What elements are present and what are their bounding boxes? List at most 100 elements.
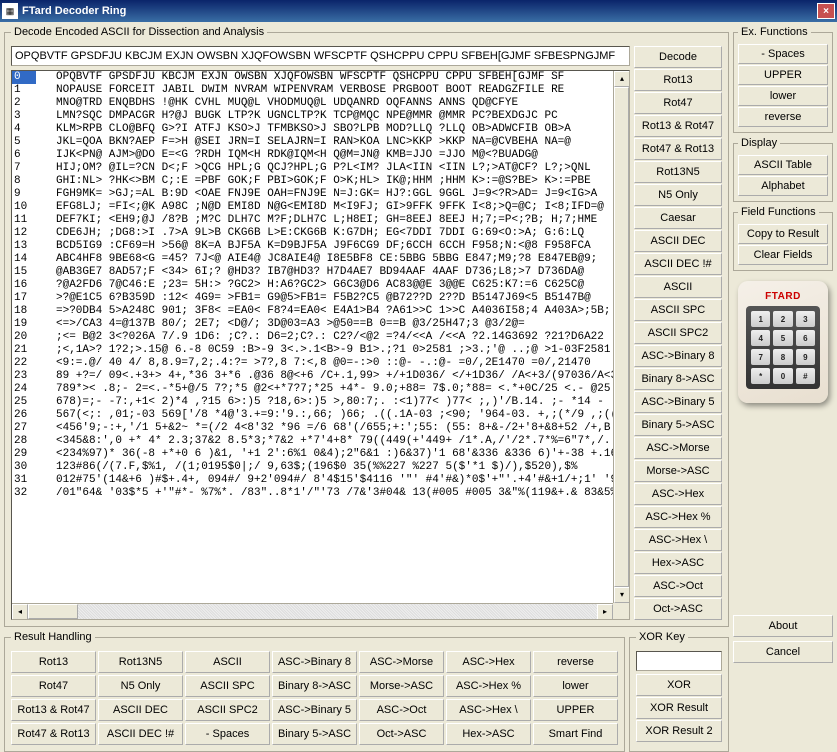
close-button[interactable]: × [817, 3, 835, 19]
scrollbar-vertical[interactable]: ▴ ▾ [613, 71, 629, 603]
result-asc-morse-button[interactable]: ASC->Morse [359, 651, 444, 673]
decode-caesar-button[interactable]: Caesar [634, 207, 722, 229]
list-item[interactable]: 4KLM>RPB CLO@BFQ G>?I ATFJ KSO>J TFMBKSO… [12, 123, 613, 136]
result-asc-binary-5-button[interactable]: ASC->Binary 5 [272, 699, 357, 721]
decode-oct-asc-button[interactable]: Oct->ASC [634, 598, 722, 620]
result-n5-only-button[interactable]: N5 Only [98, 675, 183, 697]
result-rot13n5-button[interactable]: Rot13N5 [98, 651, 183, 673]
result-asc-oct-button[interactable]: ASC->Oct [359, 699, 444, 721]
list-item[interactable]: 15@AB3GE7 8AD57;F <34> 6I;? @HD3? IB7@HD… [12, 266, 613, 279]
result-smart-find-button[interactable]: Smart Find [533, 723, 618, 745]
decode-asc-morse-button[interactable]: ASC->Morse [634, 437, 722, 459]
result-morse-asc-button[interactable]: Morse->ASC [359, 675, 444, 697]
decode-asc-hex--button[interactable]: ASC->Hex \ [634, 529, 722, 551]
decode-asc-binary-5-button[interactable]: ASC->Binary 5 [634, 391, 722, 413]
result-ascii-dec-button[interactable]: ASCII DEC [98, 699, 183, 721]
list-item[interactable]: 9FGH9MK= >GJ;=AL B:9D <OAE FNJ9E OAH=FNJ… [12, 188, 613, 201]
list-item[interactable]: 32/01"64& '03$*5 +'"#*- %7%*. /83"..8*1'… [12, 487, 613, 500]
result-rot47-button[interactable]: Rot47 [11, 675, 96, 697]
result--spaces-button[interactable]: - Spaces [185, 723, 270, 745]
decode-ascii-dec-button[interactable]: ASCII DEC [634, 230, 722, 252]
decode-asc-binary-8-button[interactable]: ASC->Binary 8 [634, 345, 722, 367]
decode-n5-only-button[interactable]: N5 Only [634, 184, 722, 206]
list-item[interactable]: 31012#75'(14&+6 )#$+.4+, 094#/ 9+2'094#/… [12, 474, 613, 487]
list-item[interactable]: 0OPQBVTF GPSDFJU KBCJM EXJN OWSBN XJQFOW… [12, 71, 613, 84]
list-item[interactable]: 16?@A2FD6 7@C46:E ;23= 5H:> ?GC2> H:A6?G… [12, 279, 613, 292]
decode-asc-hex--button[interactable]: ASC->Hex % [634, 506, 722, 528]
scrollbar-horizontal[interactable]: ◂ ▸ [12, 603, 613, 619]
list-item[interactable]: 5JKL=QOA BKN?AEP F=>H @SEI JRN=I SELAJRN… [12, 136, 613, 149]
result-reverse-button[interactable]: reverse [533, 651, 618, 673]
result-ascii-spc-button[interactable]: ASCII SPC [185, 675, 270, 697]
list-item[interactable]: 28<345&8:',0 +* 4* 2.3;37&2 8.5*3;*7&2 +… [12, 435, 613, 448]
list-item[interactable]: 2389 +?=/ 09<.+3+> 4+,*36 3+*6 .@36 8@<+… [12, 370, 613, 383]
list-item[interactable]: 29<234%97)* 36(-8 +*+0 6 )&1, '+1 2':6%1… [12, 448, 613, 461]
decode-hex-asc-button[interactable]: Hex->ASC [634, 552, 722, 574]
xor-xor-button[interactable]: XOR [636, 674, 722, 696]
result-ascii-dec--button[interactable]: ASCII DEC !# [98, 723, 183, 745]
field-clear-fields-button[interactable]: Clear Fields [738, 245, 828, 265]
decode-ascii-spc-button[interactable]: ASCII SPC [634, 299, 722, 321]
result-asc-hex--button[interactable]: ASC->Hex \ [446, 699, 531, 721]
list-item[interactable]: 8GHI:NL> ?HK<>BM C;:E =PBF GOK;F PBI>GOK… [12, 175, 613, 188]
decode-rot13-button[interactable]: Rot13 [634, 69, 722, 91]
decode-rot13-rot47-button[interactable]: Rot13 & Rot47 [634, 115, 722, 137]
list-item[interactable]: 3LMN?SQC DMPACGR H?@J BUGK LTP?K UGNCLTP… [12, 110, 613, 123]
list-item[interactable]: 1NOPAUSE FORCEIT JABIL DWIM NVRAM WIPENV… [12, 84, 613, 97]
list-item[interactable]: 6IJK<PN@ AJM>@DO E=<G ?RDH IQM<H RDK@IQM… [12, 149, 613, 162]
result-hex-asc-button[interactable]: Hex->ASC [446, 723, 531, 745]
result-rot13-rot47-button[interactable]: Rot13 & Rot47 [11, 699, 96, 721]
list-item[interactable]: 12CDE6JH; ;DG8:>I .7>A 9L>B CKG6B L>E:CK… [12, 227, 613, 240]
field-copy-to-result-button[interactable]: Copy to Result [738, 224, 828, 244]
list-item[interactable]: 14ABC4HF8 9BE68<G =45? 7J<@ AIE4@ JC8AIE… [12, 253, 613, 266]
result-asc-hex-button[interactable]: ASC->Hex [446, 651, 531, 673]
decode-binary-5-asc-button[interactable]: Binary 5->ASC [634, 414, 722, 436]
list-item[interactable]: 17>?@E1C5 6?B359D :12< 4G9= >FB1= G9@5>F… [12, 292, 613, 305]
decode-ascii-dec--button[interactable]: ASCII DEC !# [634, 253, 722, 275]
list-item[interactable]: 26567(<;: ,01;-03 569['/8 *4@'3.+=9:'9.:… [12, 409, 613, 422]
list-item[interactable]: 19<=>/CA3 4=@137B 80/; 2E7; <D@/; 3D@03=… [12, 318, 613, 331]
list-item[interactable]: 27<456'9;-:+,'/1 5+&2~ *=(/2 4<8'32 *96 … [12, 422, 613, 435]
result-binary-8-asc-button[interactable]: Binary 8->ASC [272, 675, 357, 697]
list-item[interactable]: 24789*>< .8;- 2=<.-*5+@/5 7?;*5 @2<+*7?7… [12, 383, 613, 396]
result-binary-5-asc-button[interactable]: Binary 5->ASC [272, 723, 357, 745]
decode-rot13n5-button[interactable]: Rot13N5 [634, 161, 722, 183]
about-button[interactable]: About [733, 615, 833, 637]
list-item[interactable]: 25678)=;- -7:,+1< 2)*4 ,?15 6>:)5 ?18,6>… [12, 396, 613, 409]
decode-asc-oct-button[interactable]: ASC->Oct [634, 575, 722, 597]
ex-reverse-button[interactable]: reverse [738, 107, 828, 127]
decode-ascii-button[interactable]: ASCII [634, 276, 722, 298]
result-rot47-rot13-button[interactable]: Rot47 & Rot13 [11, 723, 96, 745]
list-item[interactable]: 21;<,1A>? 1?2;>.15@ 6.-8 0C59 :B>-9 3<.>… [12, 344, 613, 357]
list-item[interactable]: 18=>?0DB4 5>A248C 901; 3F8< =EA0< F8?4=E… [12, 305, 613, 318]
decode-rot47-button[interactable]: Rot47 [634, 92, 722, 114]
list-item[interactable]: 30123#86(/(7.F,$%1, /(1;0195$0|;/ 9,63$;… [12, 461, 613, 474]
list-item[interactable]: 13BCD5IG9 :CF69=H >56@ 8K=A BJF5A K=D9BJ… [12, 240, 613, 253]
result-asc-hex--button[interactable]: ASC->Hex % [446, 675, 531, 697]
list-item[interactable]: 22<9:=.@/ 40 4/ 8,8.9=7,2;.4:?= >7?,8 7:… [12, 357, 613, 370]
result-ascii-spc2-button[interactable]: ASCII SPC2 [185, 699, 270, 721]
result-asc-binary-8-button[interactable]: ASC->Binary 8 [272, 651, 357, 673]
ex-upper-button[interactable]: UPPER [738, 65, 828, 85]
result-oct-asc-button[interactable]: Oct->ASC [359, 723, 444, 745]
decode-binary-8-asc-button[interactable]: Binary 8->ASC [634, 368, 722, 390]
list-item[interactable]: 7HIJ;OM? @IL=?CN D<;F >QCG HPL;G QCJ?HPL… [12, 162, 613, 175]
xor-xor-result-2-button[interactable]: XOR Result 2 [636, 720, 722, 742]
result-ascii-button[interactable]: ASCII [185, 651, 270, 673]
query-input[interactable] [11, 46, 630, 66]
result-lower-button[interactable]: lower [533, 675, 618, 697]
result-rot13-button[interactable]: Rot13 [11, 651, 96, 673]
cancel-button[interactable]: Cancel [733, 641, 833, 663]
ex--spaces-button[interactable]: - Spaces [738, 44, 828, 64]
list-item[interactable]: 20;<= B@2 3<?026A 7/.9 1D6: ;C?.: D6=2;C… [12, 331, 613, 344]
list-item[interactable]: 11DEF7KI; <EH9;@J /8?B ;M?C DLH7C M?F;DL… [12, 214, 613, 227]
decode-decode-button[interactable]: Decode [634, 46, 722, 68]
display-alphabet-button[interactable]: Alphabet [738, 176, 828, 196]
list-item[interactable]: 10EFG8LJ; =FI<;@K A98C ;N@D EMI8D N@G<EM… [12, 201, 613, 214]
ex-lower-button[interactable]: lower [738, 86, 828, 106]
xor-xor-result-button[interactable]: XOR Result [636, 697, 722, 719]
result-upper-button[interactable]: UPPER [533, 699, 618, 721]
display-ascii-table-button[interactable]: ASCII Table [738, 155, 828, 175]
list-item[interactable]: 2MNO@TRD ENQBDHS !@HK CVHL MUQ@L VHODMUQ… [12, 97, 613, 110]
decode-morse-asc-button[interactable]: Morse->ASC [634, 460, 722, 482]
